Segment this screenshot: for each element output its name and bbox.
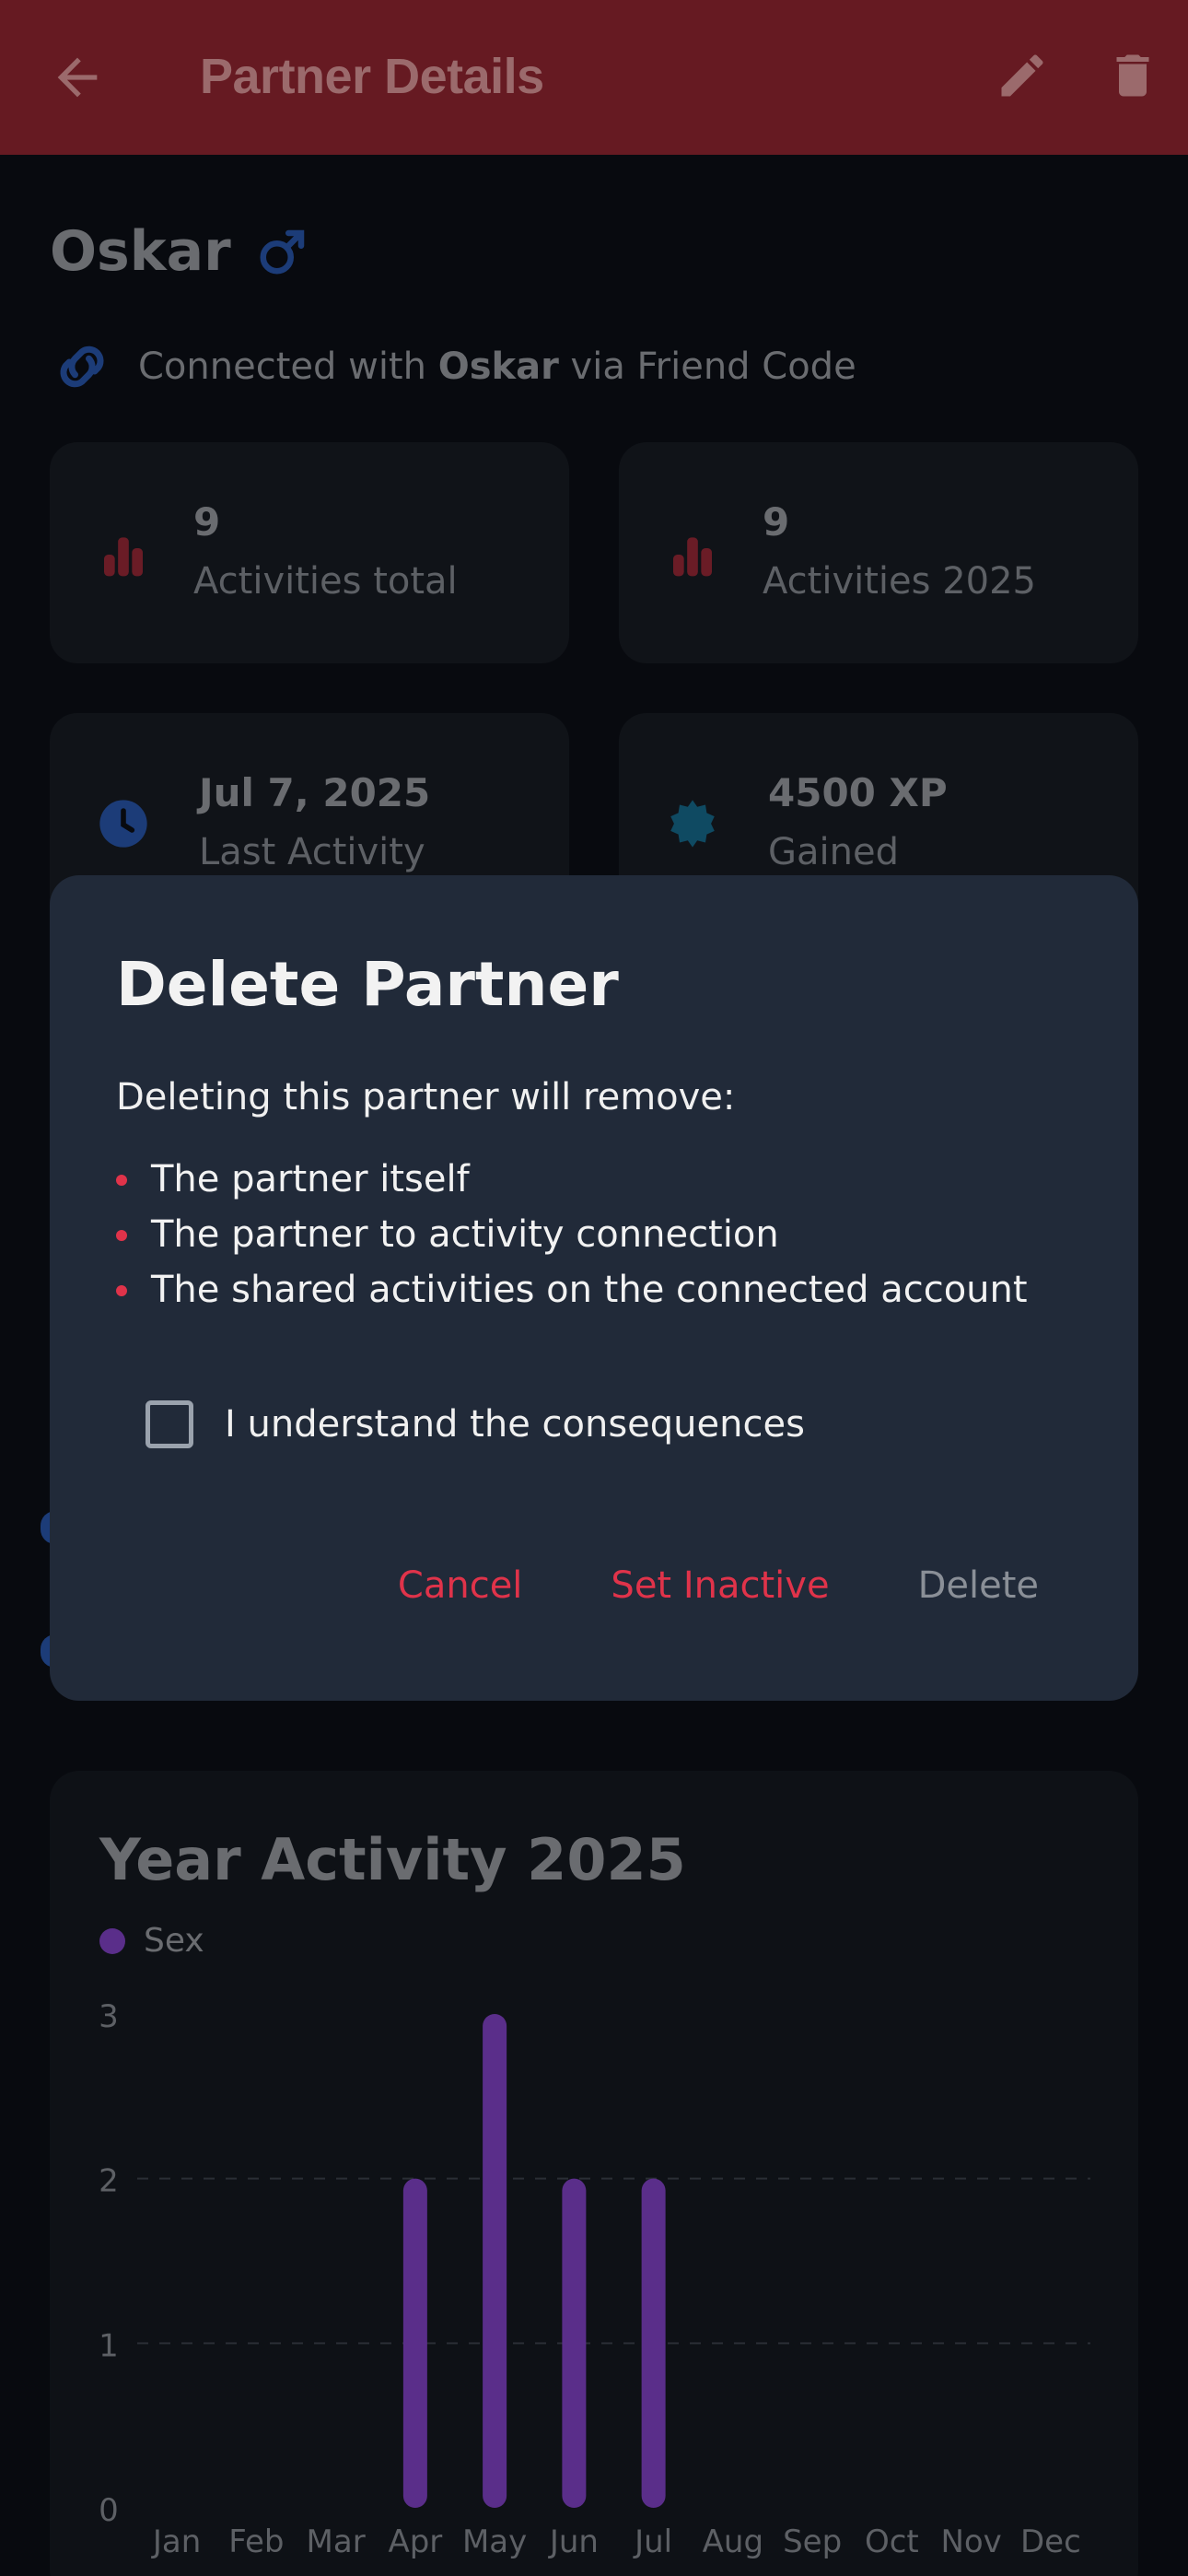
consequences-checkbox[interactable]: [146, 1400, 193, 1448]
list-item-text: The partner itself: [151, 1158, 470, 1200]
connection-prefix: Connected with: [138, 345, 438, 388]
dialog-title: Delete Partner: [116, 949, 619, 1020]
bar-chart-icon: [104, 537, 143, 577]
dialog-actions: Cancel Set Inactive Delete: [309, 1564, 1039, 1607]
bar-chart-icon: [673, 537, 712, 577]
stat-label: Activities total: [193, 560, 458, 603]
x-tick-label: Jul: [633, 2523, 672, 2560]
bullet-dot: [116, 1230, 127, 1241]
list-item: The shared activities on the connected a…: [116, 1262, 1028, 1317]
x-tick-label: Nov: [940, 2523, 1001, 2560]
pencil-icon[interactable]: [995, 48, 1050, 103]
clock-icon: [99, 800, 147, 848]
consequence-list: The partner itself The partner to activi…: [116, 1152, 1028, 1317]
x-tick-label: Feb: [228, 2523, 284, 2560]
x-tick-label: Dec: [1020, 2523, 1081, 2560]
stat-card-activities-total: 9 Activities total: [50, 442, 569, 663]
checkbox-label[interactable]: I understand the consequences: [225, 1403, 805, 1446]
x-tick-label: Jan: [151, 2523, 201, 2560]
year-activity-chart: Year Activity 2025 Sex 0 1 2 3 Jan Feb Mar Apr M…: [50, 1771, 1138, 2576]
set-inactive-button[interactable]: Set Inactive: [611, 1564, 829, 1607]
x-tick-label: Jun: [548, 2523, 599, 2560]
page-title: Partner Details: [200, 49, 544, 104]
stat-label: Gained: [768, 831, 899, 873]
x-tick-label: Apr: [388, 2523, 442, 2560]
bar-apr: [402, 2178, 427, 2508]
delete-partner-dialog: Delete Partner Deleting this partner wil…: [50, 875, 1138, 1701]
app-bar: Partner Details: [0, 0, 1188, 155]
connection-name: Oskar: [437, 345, 559, 388]
x-tick-label: Mar: [307, 2523, 366, 2560]
stat-label: Last Activity: [199, 831, 425, 873]
bar-jun: [562, 2178, 587, 2508]
dialog-intro: Deleting this partner will remove:: [116, 1076, 736, 1118]
partner-header: Oskar: [50, 219, 310, 284]
list-item-text: The shared activities on the connected a…: [151, 1269, 1028, 1311]
bar-may: [483, 2014, 507, 2508]
male-icon: [260, 229, 304, 275]
y-tick-label: 3: [99, 1998, 119, 2035]
stat-value: Jul 7, 2025: [199, 770, 431, 815]
stat-value: 9: [763, 499, 790, 544]
delete-button[interactable]: Delete: [918, 1564, 1039, 1607]
stat-card-activities-year: 9 Activities 2025: [619, 442, 1138, 663]
stat-value: 4500 XP: [768, 770, 948, 815]
x-tick-label: Aug: [703, 2523, 763, 2560]
x-tick-label: Oct: [865, 2523, 919, 2560]
link-icon: [60, 345, 104, 388]
list-item: The partner to activity connection: [116, 1207, 1028, 1262]
connection-suffix: via Friend Code: [558, 345, 856, 388]
bar-jul: [641, 2178, 666, 2508]
y-tick-label: 1: [99, 2327, 119, 2364]
cancel-button[interactable]: Cancel: [398, 1564, 523, 1607]
x-tick-label: May: [462, 2523, 527, 2560]
consequences-checkbox-row[interactable]: I understand the consequences: [146, 1400, 805, 1448]
connection-info: Connected with Oskar via Friend Code: [50, 339, 856, 394]
list-item: The partner itself: [116, 1152, 1028, 1207]
partner-name: Oskar: [50, 219, 231, 284]
list-item-text: The partner to activity connection: [151, 1213, 779, 1256]
trash-icon[interactable]: [1105, 48, 1160, 103]
badge-icon: [670, 800, 715, 848]
bullet-dot: [116, 1285, 127, 1296]
x-tick-label: Sep: [783, 2523, 842, 2560]
stat-value: 9: [193, 499, 221, 544]
y-tick-label: 0: [99, 2492, 119, 2529]
chart-plot: 0 1 2 3 Jan Feb Mar Apr May Jun Jul Aug Sep Oct Nov Dec: [99, 1998, 1090, 2560]
y-tick-label: 2: [99, 2163, 119, 2200]
arrow-left-icon[interactable]: [48, 48, 107, 107]
bullet-dot: [116, 1175, 127, 1186]
stat-label: Activities 2025: [763, 560, 1036, 603]
